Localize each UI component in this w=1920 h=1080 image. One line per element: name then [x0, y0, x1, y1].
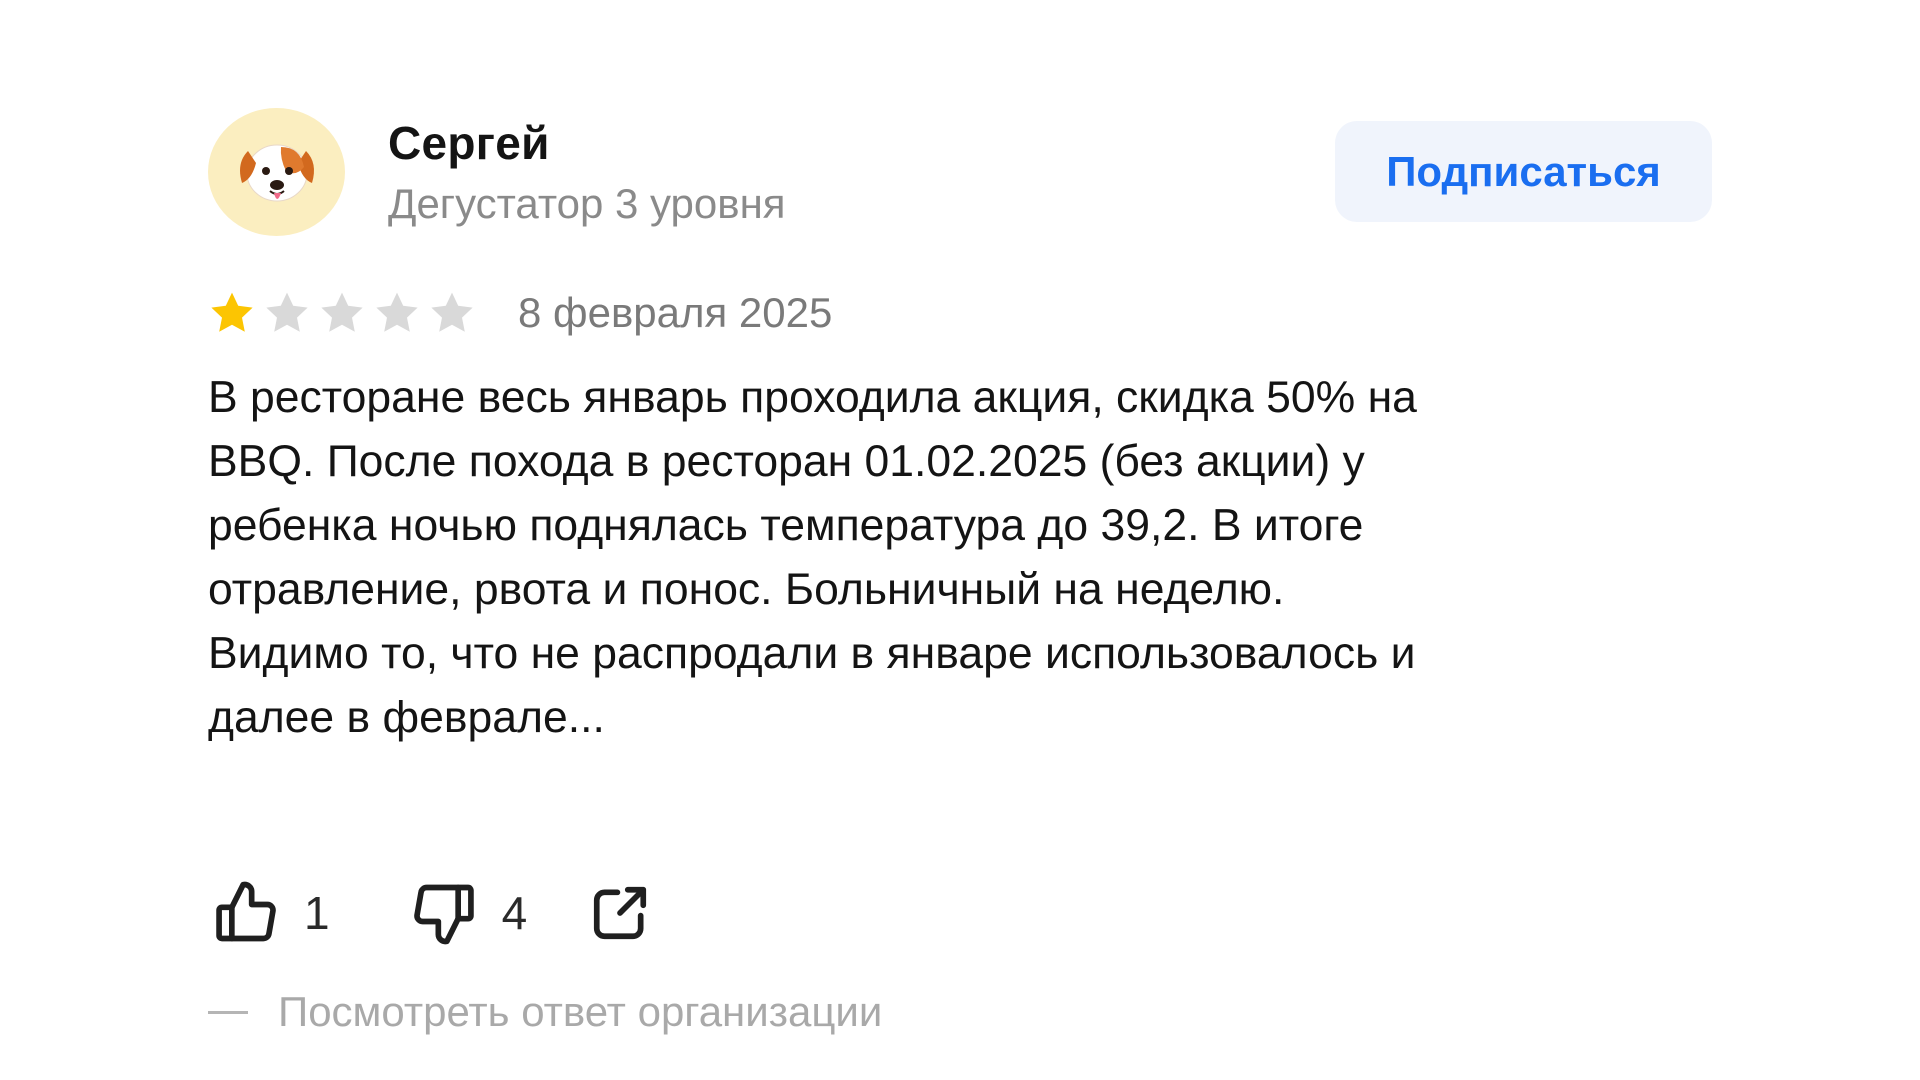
- review-text: В ресторане весь январь проходила акция,…: [208, 366, 1748, 750]
- dislike-button[interactable]: 4: [410, 879, 528, 947]
- avatar[interactable]: [208, 108, 345, 236]
- author-name[interactable]: Сергей: [388, 116, 550, 170]
- review-header: Сергей Дегустатор 3 уровня Подписаться: [208, 108, 1712, 238]
- review-text-line: отравление, рвота и понос. Больничный на…: [208, 565, 1285, 614]
- review-text-line: В ресторане весь январь проходила акция,…: [208, 373, 1417, 422]
- dog-emoji-icon: [239, 144, 314, 202]
- thumbs-up-icon: [216, 881, 276, 942]
- org-reply-label: Посмотреть ответ организации: [278, 988, 883, 1035]
- star-filled-icon: [211, 292, 253, 332]
- thumbs-down-icon: [413, 884, 474, 945]
- divider-dash: [208, 1010, 248, 1014]
- review-text-line: далее в феврале...: [208, 693, 605, 742]
- dislikes-count: 4: [501, 887, 528, 939]
- rating-row: 8 февраля 2025: [208, 283, 832, 343]
- like-button[interactable]: 1: [212, 879, 330, 947]
- star-empty-icon: [321, 292, 363, 332]
- star-empty-icon: [266, 292, 308, 332]
- review-card: Сергей Дегустатор 3 уровня Подписаться 8…: [208, 108, 1712, 1035]
- star-empty-icon: [431, 292, 473, 332]
- review-date: 8 февраля 2025: [518, 289, 833, 336]
- view-org-reply-link[interactable]: Посмотреть ответ организации: [208, 988, 882, 1036]
- share-icon: [594, 886, 647, 940]
- share-button[interactable]: [589, 882, 651, 944]
- subscribe-button[interactable]: Подписаться: [1335, 121, 1712, 222]
- author-level: Дегустатор 3 уровня: [388, 180, 786, 227]
- star-empty-icon: [376, 292, 418, 332]
- review-actions: 1 4: [208, 868, 651, 958]
- likes-count: 1: [304, 887, 330, 939]
- star-rating: [208, 289, 476, 337]
- review-text-line: Видимо то, что не распродали в январе ис…: [208, 629, 1416, 678]
- review-text-line: BBQ. После похода в ресторан 01.02.2025 …: [208, 437, 1365, 486]
- review-text-line: ребенка ночью поднялась температура до 3…: [208, 501, 1364, 550]
